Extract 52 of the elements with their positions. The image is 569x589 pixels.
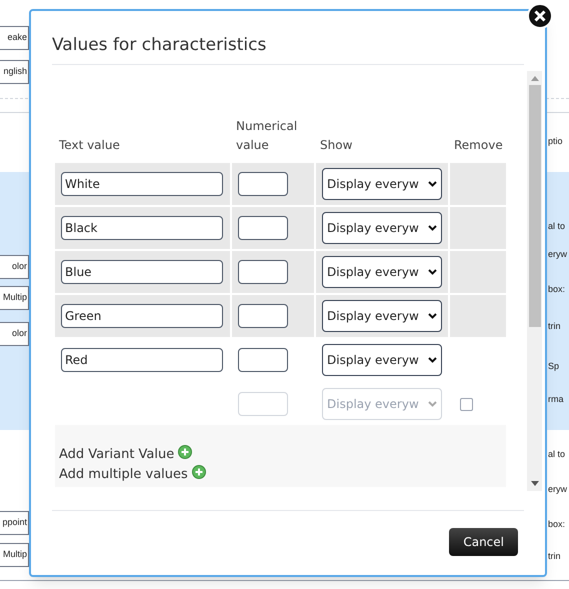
background-text: box: <box>548 283 566 296</box>
text-value-field[interactable]: Black <box>61 216 223 240</box>
chevron-down-icon <box>428 313 437 319</box>
add-link[interactable]: Add multiple values <box>59 465 188 485</box>
chevron-down-icon <box>428 357 437 363</box>
chevron-down-icon <box>428 225 437 231</box>
column-header: Show <box>319 137 354 154</box>
background-text: al to <box>548 220 566 234</box>
show-dropdown[interactable]: Display everyw <box>322 344 442 376</box>
scrollbar-thumb[interactable] <box>528 85 540 327</box>
column-header: Text value <box>58 137 121 154</box>
scroll-down-icon[interactable] <box>530 481 538 486</box>
show-dropdown[interactable]: Display everyw <box>322 256 442 288</box>
background-text: box: <box>548 518 566 532</box>
text-value-field[interactable]: White <box>61 172 223 196</box>
chevron-down-icon <box>428 401 437 407</box>
chevron-down-icon <box>428 269 437 275</box>
background-text: ptio <box>548 135 563 148</box>
background-text: al to <box>548 448 566 462</box>
add-link[interactable]: Add Variant Value <box>59 445 174 465</box>
dialog-title: Values for characteristics <box>52 34 266 57</box>
numeric-value-field[interactable] <box>238 348 288 372</box>
chevron-down-icon <box>428 181 437 187</box>
numeric-value-field[interactable] <box>238 172 288 196</box>
show-dropdown[interactable]: Display everyw <box>322 212 442 244</box>
text-value-field[interactable]: Green <box>61 304 223 328</box>
background-field: nglish <box>0 60 29 84</box>
plus-circle-icon[interactable] <box>178 445 192 459</box>
background-text: Sp <box>548 360 560 374</box>
background-text: eryw <box>548 248 568 262</box>
text-value-field[interactable]: Blue <box>61 260 223 284</box>
background-text: trin <box>548 320 561 334</box>
column-header: Remove <box>453 137 504 154</box>
background-field: olor <box>0 322 29 346</box>
background-field: olor <box>0 255 29 279</box>
background-text: eryw <box>548 483 568 496</box>
column-header: Numerical value <box>235 118 298 154</box>
background-field: ppoint <box>0 511 29 535</box>
background-field: Multip <box>0 286 29 310</box>
background-text: trin <box>548 550 561 564</box>
plus-circle-icon[interactable] <box>192 465 206 479</box>
background-text: rma <box>548 393 564 406</box>
close-icon[interactable] <box>527 3 553 29</box>
cancel-button[interactable]: Cancel <box>449 528 518 556</box>
numeric-value-field[interactable] <box>238 260 288 284</box>
background-field: eake <box>0 26 29 50</box>
background-field: Multip <box>0 543 29 567</box>
text-value-field[interactable]: Red <box>61 348 223 372</box>
numeric-value-field[interactable] <box>238 216 288 240</box>
numeric-value-field[interactable] <box>238 304 288 328</box>
show-dropdown[interactable]: Display everyw <box>322 168 442 200</box>
show-dropdown[interactable]: Display everyw <box>322 300 442 332</box>
